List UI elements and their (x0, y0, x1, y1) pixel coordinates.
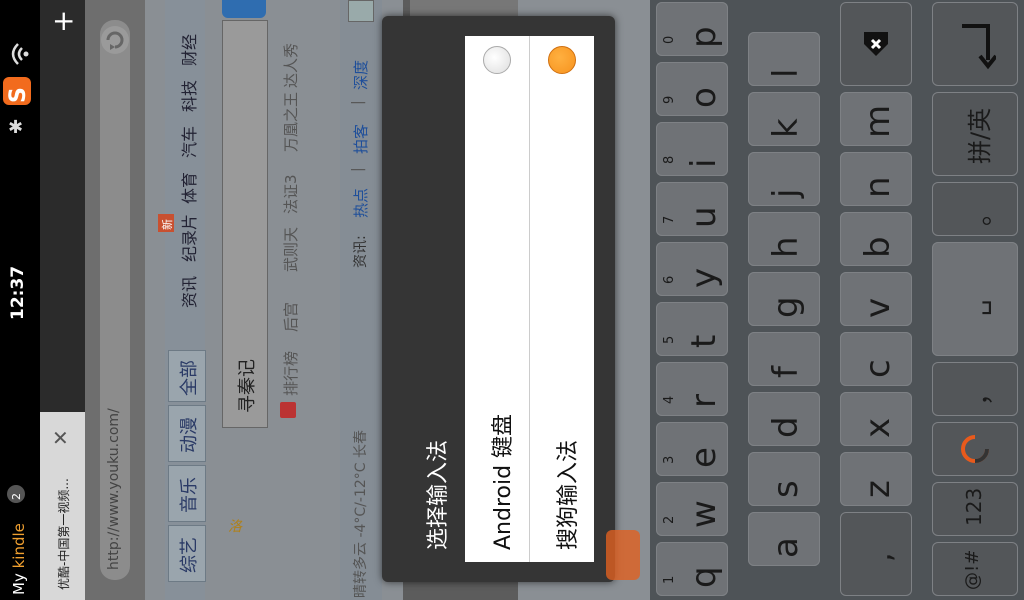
news-label: 资讯: (353, 235, 369, 268)
space-key[interactable]: ␣ (932, 242, 1018, 356)
url-text: http://www.youku.com/ (106, 408, 122, 570)
option-android-keyboard[interactable]: Android 键盘 (465, 36, 529, 562)
new-badge: 新 (158, 214, 174, 232)
key-i[interactable]: 8i (656, 122, 728, 176)
key-u[interactable]: 7u (656, 182, 728, 236)
chinese-comma-key[interactable]: ， (932, 362, 1018, 416)
new-tab-button[interactable]: + (40, 0, 85, 42)
key-e[interactable]: 3e (656, 422, 728, 476)
ranking-icon (280, 402, 296, 418)
nav-item-3[interactable]: 全部 (168, 350, 206, 402)
key-r[interactable]: 4r (656, 362, 728, 416)
notification-badge: 2 (7, 485, 25, 503)
kindle-logo: My kindle (10, 523, 28, 595)
symbols-key[interactable]: @!# (932, 542, 1018, 596)
nav-item-5[interactable]: 纪录片 (176, 214, 200, 262)
nav-item-9[interactable]: 财经 (176, 34, 200, 66)
nav-item-6[interactable]: 体育 (176, 172, 200, 204)
key-c[interactable]: c (840, 332, 912, 386)
key-k[interactable]: k (748, 92, 820, 146)
search-input[interactable]: 寻秦记 (222, 20, 268, 428)
option-sogou-input[interactable]: 搜狗输入法 (530, 36, 594, 562)
sogou-s-icon: S (3, 77, 31, 105)
hot-list: 排行榜 后宫 武则天 法证3 万凰之王 达人秀 (278, 0, 304, 430)
news-link-depth[interactable]: 深度 (350, 60, 371, 90)
backspace-icon (864, 32, 888, 56)
banner-thumbnail (410, 0, 518, 16)
key-g[interactable]: g (748, 272, 820, 326)
nav-item-1[interactable]: 音乐 (168, 465, 206, 522)
key-y[interactable]: 6y (656, 242, 728, 296)
keyboard: 1q 2w 3e 4r 5t 6y 7u 8i 9o 0p a s d f g … (650, 0, 1024, 600)
wifi-icon (11, 43, 29, 65)
refresh-icon[interactable] (99, 24, 131, 56)
key-v[interactable]: v (840, 272, 912, 326)
nav-item-0[interactable]: 综艺 (168, 525, 206, 582)
add-icon: + (52, 4, 76, 37)
option-label: 搜狗输入法 (556, 439, 581, 550)
news-link-paike[interactable]: 拍客 (350, 124, 371, 154)
key-z[interactable]: z (840, 452, 912, 506)
numbers-key[interactable]: 123 (932, 482, 1018, 536)
enter-icon (962, 24, 996, 70)
sogou-logo-icon (961, 435, 989, 463)
radio-selected-icon[interactable] (548, 46, 576, 74)
clock: 12:37 (8, 265, 28, 320)
search-button[interactable] (222, 0, 266, 18)
sogou-watermark-icon (606, 530, 640, 580)
enter-key[interactable] (932, 2, 1018, 86)
period-key[interactable]: 。 (932, 182, 1018, 236)
nav-item-4[interactable]: 资讯 (176, 276, 200, 308)
key-m[interactable]: m (840, 92, 912, 146)
dialog-title: 选择输入法 (426, 439, 451, 550)
tab-youku[interactable]: ✕ 优酷-中国第一视频... (40, 412, 85, 600)
key-f[interactable]: f (748, 332, 820, 386)
key-b[interactable]: b (840, 212, 912, 266)
key-d[interactable]: d (748, 392, 820, 446)
radio-unselected-icon[interactable] (483, 46, 511, 74)
nav-item-8[interactable]: 科技 (176, 80, 200, 112)
news-link-hot[interactable]: 热点 (350, 188, 371, 218)
scroll-up-button[interactable] (348, 0, 374, 22)
key-t[interactable]: 5t (656, 302, 728, 356)
youku-logo: 洛 (228, 519, 242, 535)
nav-item-7[interactable]: 汽车 (176, 126, 200, 158)
key-x[interactable]: x (840, 392, 912, 446)
key-w[interactable]: 2w (656, 482, 728, 536)
option-label: Android 键盘 (491, 413, 516, 550)
tab-title: 优酷-中国第一视频... (57, 478, 71, 590)
key-comma[interactable]: , (840, 512, 912, 596)
sogou-menu-key[interactable] (932, 422, 1018, 476)
key-n[interactable]: n (840, 152, 912, 206)
language-switch-key[interactable]: 拼/英 (932, 92, 1018, 176)
key-p[interactable]: 0p (656, 2, 728, 56)
key-o[interactable]: 9o (656, 62, 728, 116)
backspace-key[interactable] (840, 2, 912, 86)
url-input[interactable]: http://www.youku.com/ (100, 20, 130, 580)
key-q[interactable]: 1q (656, 542, 728, 596)
status-bar: S ✱ 12:37 My kindle 2 (0, 0, 40, 600)
key-j[interactable]: j (748, 152, 820, 206)
key-a[interactable]: a (748, 512, 820, 566)
nav-item-2[interactable]: 动漫 (168, 405, 206, 462)
close-tab-icon[interactable]: ✕ (52, 426, 69, 450)
settings-gear-icon: ✱ (8, 117, 24, 138)
key-l[interactable]: l (748, 32, 820, 86)
weather-text: 晴转多云 -4°C/-12°C 长春 (353, 430, 369, 598)
key-h[interactable]: h (748, 212, 820, 266)
key-s[interactable]: s (748, 452, 820, 506)
